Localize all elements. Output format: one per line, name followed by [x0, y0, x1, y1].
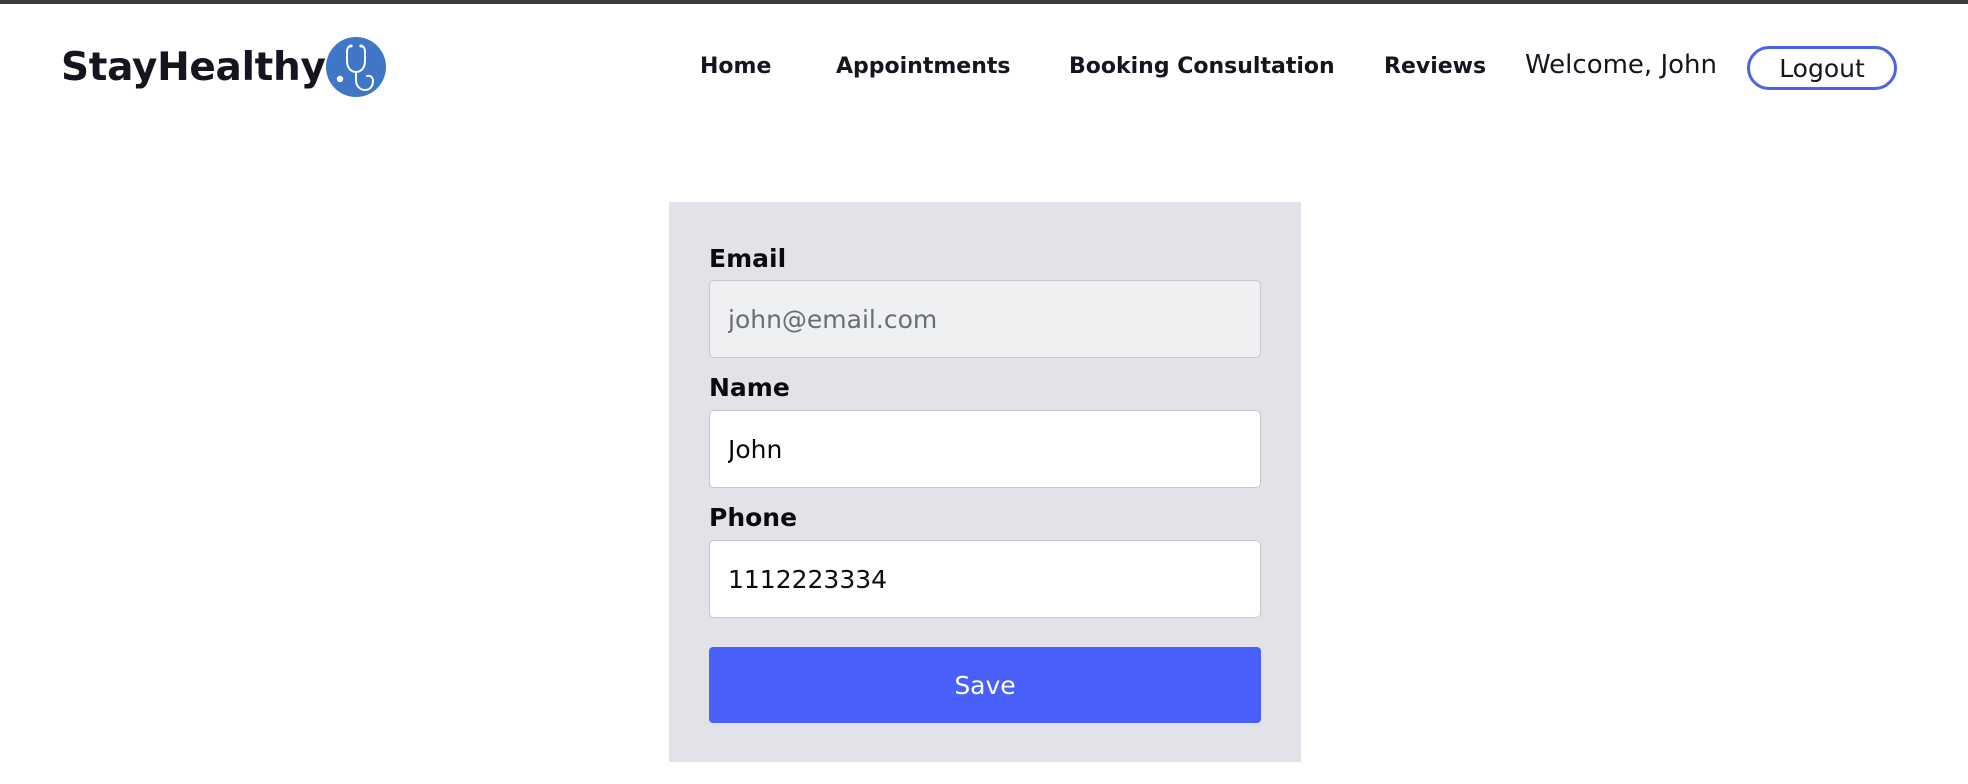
email-label: Email [709, 244, 787, 273]
phone-label: Phone [709, 503, 798, 532]
top-border [0, 0, 1968, 4]
logout-button[interactable]: Logout [1747, 46, 1897, 90]
name-field[interactable] [709, 410, 1261, 488]
phone-field[interactable] [709, 540, 1261, 618]
profile-form-card: Email Name Phone Save [669, 202, 1301, 762]
stethoscope-icon [326, 37, 386, 97]
nav-reviews[interactable]: Reviews [1384, 54, 1486, 79]
brand[interactable]: StayHealthy [61, 37, 386, 97]
nav-home[interactable]: Home [700, 54, 771, 79]
email-field [709, 280, 1261, 358]
save-button[interactable]: Save [709, 647, 1261, 723]
nav-appointments[interactable]: Appointments [836, 54, 1010, 79]
brand-name: StayHealthy [61, 44, 326, 90]
name-label: Name [709, 373, 790, 402]
nav-booking-consultation[interactable]: Booking Consultation [1069, 54, 1335, 79]
welcome-text: Welcome, John [1525, 50, 1717, 80]
